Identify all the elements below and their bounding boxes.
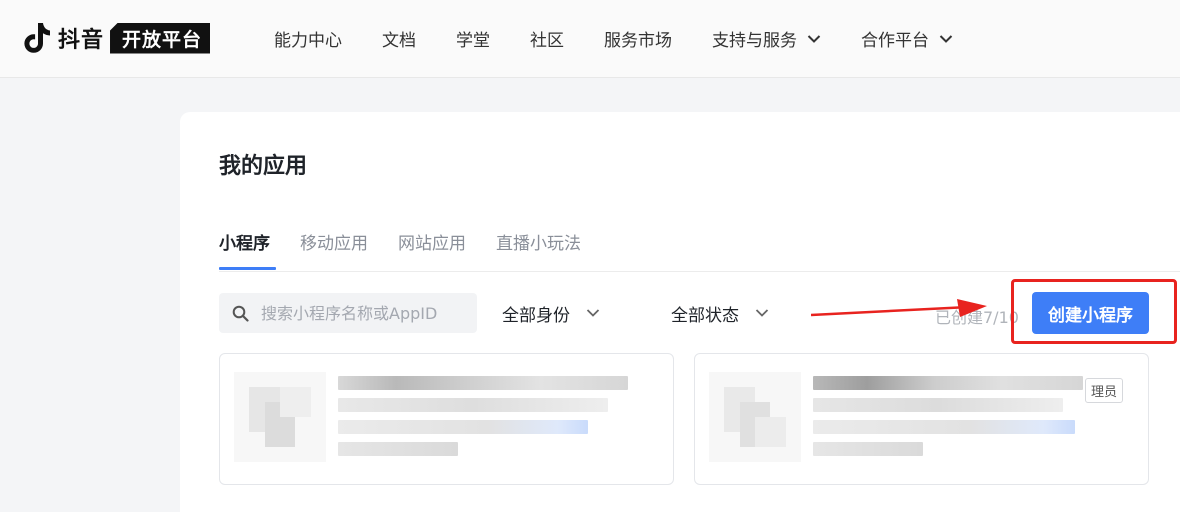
chevron-down-icon (586, 309, 600, 317)
top-navigation-bar: 抖音 开放平台 能力中心 文档 学堂 社区 服务市场 支持与服务 合作平台 (0, 0, 1180, 78)
chevron-down-icon (755, 309, 769, 317)
tab-website-app[interactable]: 网站应用 (398, 229, 466, 269)
nav-item-label: 文档 (382, 31, 416, 51)
nav-item-support[interactable]: 支持与服务 (712, 26, 821, 51)
search-icon (232, 305, 249, 322)
app-type-tabs: 小程序 移动应用 网站应用 直播小玩法 (219, 229, 611, 270)
chevron-down-icon (807, 34, 821, 43)
app-card[interactable] (219, 353, 674, 485)
chevron-down-icon (939, 34, 953, 43)
logo-wordmark: 抖音 (58, 28, 105, 53)
app-info-blurred (338, 376, 658, 464)
main-nav: 能力中心 文档 学堂 社区 服务市场 支持与服务 合作平台 (274, 0, 993, 77)
douyin-note-icon (24, 23, 50, 53)
search-input[interactable] (259, 302, 463, 324)
nav-item-community[interactable]: 社区 (530, 26, 564, 51)
nav-item-label: 能力中心 (274, 31, 342, 51)
status-filter-select[interactable]: 全部状态 (671, 293, 769, 333)
search-box[interactable] (219, 293, 477, 333)
identity-filter-select[interactable]: 全部身份 (502, 293, 600, 333)
identity-filter-value: 全部身份 (502, 305, 570, 326)
douyin-open-platform-logo[interactable]: 抖音 开放平台 (22, 20, 211, 56)
nav-item-service-market[interactable]: 服务市场 (604, 26, 672, 51)
nav-item-label: 合作平台 (861, 31, 929, 51)
app-avatar-icon (234, 372, 326, 462)
nav-item-academy[interactable]: 学堂 (456, 26, 490, 51)
nav-item-label: 支持与服务 (712, 31, 797, 51)
role-tag: 理员 (1085, 378, 1124, 403)
app-avatar-icon (709, 372, 801, 462)
annotation-arrow-icon (811, 299, 987, 317)
nav-item-capability-center[interactable]: 能力中心 (274, 26, 342, 51)
logo-badge: 开放平台 (110, 22, 211, 54)
nav-item-label: 社区 (530, 31, 564, 51)
app-card[interactable]: 理员 (694, 353, 1149, 485)
my-apps-panel: 我的应用 小程序 移动应用 网站应用 直播小玩法 全部身份 全部状态 已创建7/… (180, 112, 1180, 512)
page-title: 我的应用 (219, 154, 308, 179)
tab-live-mini-game[interactable]: 直播小玩法 (496, 229, 581, 269)
nav-item-label: 服务市场 (604, 31, 672, 51)
status-filter-value: 全部状态 (671, 305, 739, 326)
nav-item-label: 学堂 (456, 31, 490, 51)
nav-item-partner-platform[interactable]: 合作平台 (861, 26, 953, 51)
tabs-divider (219, 271, 1180, 272)
tab-mobile-app[interactable]: 移动应用 (300, 229, 368, 269)
tab-mini-program[interactable]: 小程序 (219, 229, 276, 270)
create-mini-program-button[interactable]: 创建小程序 (1032, 292, 1149, 334)
nav-item-docs[interactable]: 文档 (382, 26, 416, 51)
